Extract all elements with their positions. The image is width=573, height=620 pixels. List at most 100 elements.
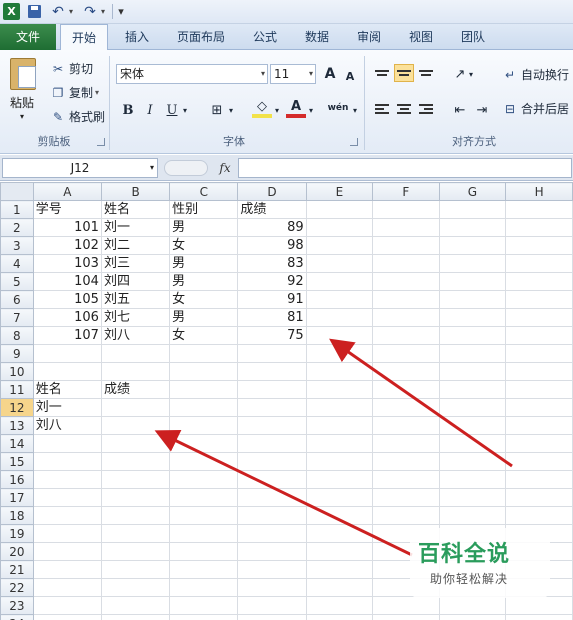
cell-e[interactable] xyxy=(305,290,374,309)
cell-c[interactable]: 男 xyxy=(169,254,239,273)
cell-c[interactable]: 男 xyxy=(169,272,239,291)
cell-e[interactable] xyxy=(305,218,374,237)
cell-c[interactable]: 男 xyxy=(169,308,239,327)
cell-g[interactable] xyxy=(438,506,507,525)
cell-d[interactable]: 75 xyxy=(237,326,307,345)
cell-d[interactable] xyxy=(237,524,307,543)
clipboard-launcher-icon[interactable] xyxy=(97,138,105,146)
row-header[interactable]: 8 xyxy=(0,326,34,345)
cell-f[interactable] xyxy=(372,452,440,471)
row-header[interactable]: 5 xyxy=(0,272,34,291)
cell-a[interactable]: 姓名 xyxy=(32,380,102,399)
cell-a[interactable] xyxy=(32,578,102,597)
column-header-c[interactable]: C xyxy=(169,182,239,201)
cell-e[interactable] xyxy=(305,578,374,597)
align-top-icon[interactable] xyxy=(372,64,392,82)
cell-h[interactable] xyxy=(505,362,573,381)
cell-b[interactable]: 刘五 xyxy=(100,290,171,309)
cell-f[interactable] xyxy=(372,218,440,237)
cell-f[interactable] xyxy=(372,380,440,399)
cell-c[interactable] xyxy=(169,614,239,620)
cell-c[interactable] xyxy=(169,488,239,507)
cell-c[interactable] xyxy=(169,398,239,417)
cell-g[interactable] xyxy=(438,236,507,255)
cell-a[interactable]: 101 xyxy=(32,218,102,237)
cell-e[interactable] xyxy=(305,254,374,273)
cell-a[interactable] xyxy=(32,524,102,543)
cell-a[interactable]: 刘一 xyxy=(32,398,102,417)
paste-dropdown-icon[interactable]: ▾ xyxy=(20,112,24,121)
cell-c[interactable] xyxy=(169,380,239,399)
undo-icon[interactable]: ↶ xyxy=(50,3,66,20)
cell-c[interactable] xyxy=(169,416,239,435)
cell-d[interactable] xyxy=(237,416,307,435)
cell-f[interactable] xyxy=(372,290,440,309)
cell-b[interactable] xyxy=(100,398,171,417)
cell-e[interactable] xyxy=(305,308,374,327)
cell-f[interactable] xyxy=(372,326,440,345)
row-header[interactable]: 21 xyxy=(0,560,34,579)
cell-f[interactable] xyxy=(372,596,440,615)
column-header-f[interactable]: F xyxy=(372,182,440,201)
align-left-icon[interactable] xyxy=(372,100,392,118)
fill-color-icon[interactable]: ◇ xyxy=(252,98,272,118)
cell-e[interactable] xyxy=(305,200,374,219)
undo-dropdown-icon[interactable]: ▾ xyxy=(67,3,75,20)
excel-logo-icon[interactable]: X xyxy=(3,3,20,20)
cell-a[interactable] xyxy=(32,596,102,615)
name-box-dropdown-icon[interactable]: ▾ xyxy=(150,159,154,177)
redo-dropdown-icon[interactable]: ▾ xyxy=(99,3,107,20)
cell-c[interactable]: 性别 xyxy=(169,200,239,219)
cell-e[interactable] xyxy=(305,542,374,561)
cell-d[interactable]: 91 xyxy=(237,290,307,309)
align-right-icon[interactable] xyxy=(416,100,436,118)
cell-a[interactable] xyxy=(32,344,102,363)
cell-g[interactable] xyxy=(438,398,507,417)
cell-h[interactable] xyxy=(505,434,573,453)
cell-d[interactable]: 98 xyxy=(237,236,307,255)
row-header[interactable]: 17 xyxy=(0,488,34,507)
cell-b[interactable] xyxy=(100,452,171,471)
cell-e[interactable] xyxy=(305,344,374,363)
column-header-b[interactable]: B xyxy=(100,182,171,201)
cell-b[interactable]: 刘三 xyxy=(100,254,171,273)
cell-g[interactable] xyxy=(438,254,507,273)
tab-home[interactable]: 开始 xyxy=(60,24,108,51)
borders-dropdown-icon[interactable]: ▾ xyxy=(226,100,236,120)
row-header[interactable]: 20 xyxy=(0,542,34,561)
cell-b[interactable] xyxy=(100,524,171,543)
cell-b[interactable]: 刘七 xyxy=(100,308,171,327)
italic-button[interactable]: I xyxy=(140,100,160,120)
cell-a[interactable] xyxy=(32,452,102,471)
cell-h[interactable] xyxy=(505,326,573,345)
cell-e[interactable] xyxy=(305,434,374,453)
phonetic-dropdown-icon[interactable]: ▾ xyxy=(350,100,360,120)
cell-f[interactable] xyxy=(372,362,440,381)
cell-c[interactable] xyxy=(169,596,239,615)
font-color-dropdown-icon[interactable]: ▾ xyxy=(306,100,316,120)
row-header[interactable]: 6 xyxy=(0,290,34,309)
formula-input[interactable] xyxy=(238,158,572,178)
cell-b[interactable] xyxy=(100,470,171,489)
font-color-icon[interactable]: A xyxy=(286,98,306,118)
underline-dropdown-icon[interactable]: ▾ xyxy=(180,100,190,120)
cell-b[interactable] xyxy=(100,434,171,453)
row-header[interactable]: 18 xyxy=(0,506,34,525)
cell-a[interactable]: 107 xyxy=(32,326,102,345)
cell-h[interactable] xyxy=(505,488,573,507)
cell-d[interactable] xyxy=(237,344,307,363)
cell-b[interactable] xyxy=(100,344,171,363)
row-header[interactable]: 4 xyxy=(0,254,34,273)
tab-data[interactable]: 数据 xyxy=(296,24,338,50)
cell-d[interactable] xyxy=(237,596,307,615)
row-header[interactable]: 1 xyxy=(0,200,34,219)
cell-c[interactable] xyxy=(169,542,239,561)
tab-team[interactable]: 团队 xyxy=(452,24,494,50)
cell-a[interactable]: 105 xyxy=(32,290,102,309)
cell-d[interactable]: 81 xyxy=(237,308,307,327)
cell-b[interactable]: 刘四 xyxy=(100,272,171,291)
cell-b[interactable]: 成绩 xyxy=(100,380,171,399)
cell-e[interactable] xyxy=(305,506,374,525)
row-header[interactable]: 16 xyxy=(0,470,34,489)
cell-a[interactable] xyxy=(32,488,102,507)
